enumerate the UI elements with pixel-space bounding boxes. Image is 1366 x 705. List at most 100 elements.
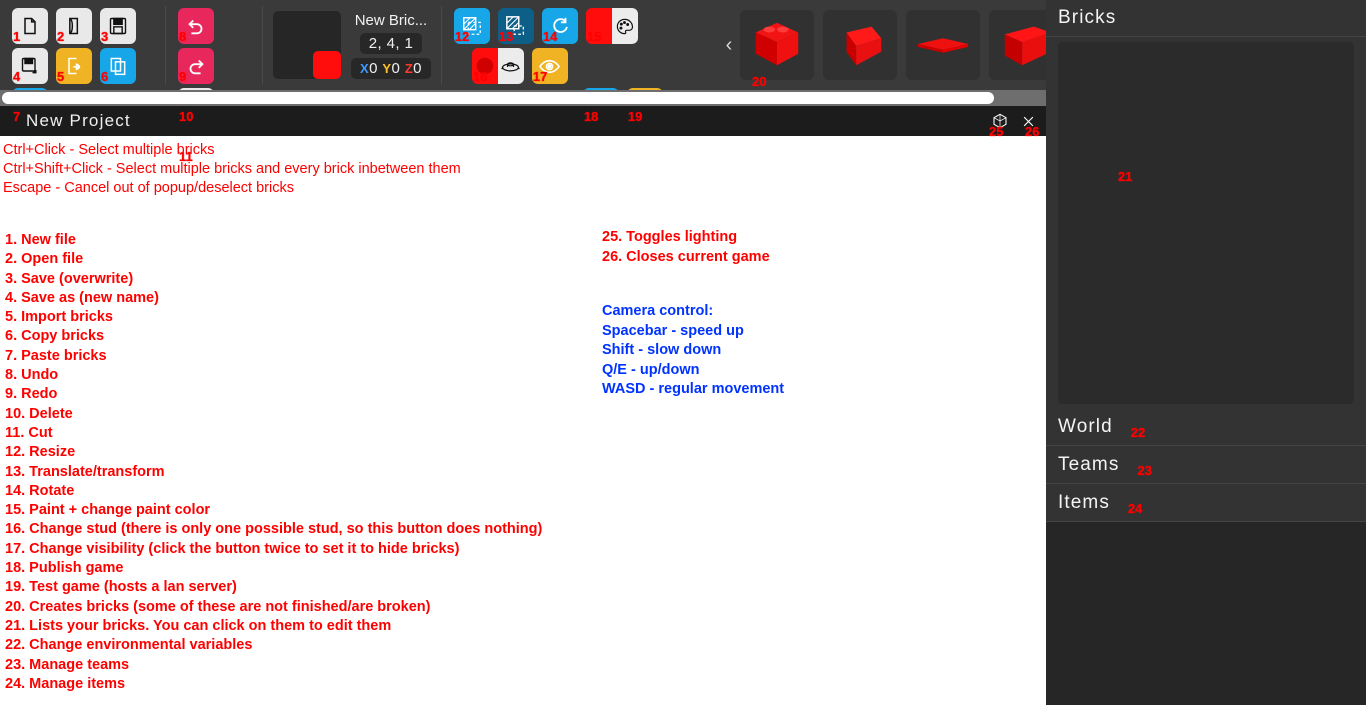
- paint-tool-button[interactable]: 15: [585, 8, 638, 44]
- brick-position-field[interactable]: X0 Y0 Z0: [351, 57, 431, 79]
- redo-button[interactable]: 9: [178, 48, 214, 84]
- legend-item: 19. Test game (hosts a lan server): [5, 579, 237, 596]
- stud-color-swatch[interactable]: [471, 48, 498, 84]
- change-stud-button[interactable]: 16: [471, 48, 524, 84]
- legend-item: 1. New file: [5, 232, 76, 248]
- legend-item: 10. Delete: [5, 405, 73, 422]
- legend-item: 6. Copy bricks: [5, 328, 105, 345]
- legend-item: 7. Paste bricks: [5, 347, 107, 364]
- sidebar-header-label: Bricks: [1058, 7, 1117, 28]
- brick-thumbnail: [273, 11, 341, 79]
- sidebar-section-bricks[interactable]: Bricks: [1046, 0, 1366, 37]
- legend-item: 15. Paint + change paint color: [5, 502, 211, 519]
- legend-item: 5. Import bricks: [5, 309, 113, 326]
- save-as-button[interactable]: 4: [12, 48, 48, 84]
- legend-item: 24. Manage items: [5, 675, 126, 692]
- sidebar-section-items[interactable]: Items 24: [1046, 484, 1366, 522]
- legend-item: 20. Creates bricks (some of these are no…: [5, 598, 431, 615]
- sidebar-empty-area: [1046, 522, 1366, 705]
- axis-y-value: 0: [391, 59, 401, 77]
- annotation-sheet: Ctrl+Click - Select multiple bricks Ctrl…: [0, 136, 1046, 705]
- legend-item: 22. Change environmental variables: [5, 637, 253, 654]
- legend-item: 2. Open file: [5, 251, 84, 268]
- brick-size-field[interactable]: 2, 4, 1: [359, 32, 423, 54]
- camera-control-item: Q/E - up/down: [602, 361, 700, 378]
- horizontal-scrollbar[interactable]: [0, 90, 1046, 106]
- undo-button[interactable]: 8: [178, 8, 214, 44]
- brick-palette-strip: ‹ 20: [718, 0, 1046, 90]
- visibility-button[interactable]: 17: [531, 48, 568, 84]
- selected-brick-info: New Bric... 2, 4, 1 X0 Y0 Z0: [263, 0, 441, 90]
- history-button-group: 8 9 10 11: [166, 0, 262, 164]
- legend-item: 23. Manage teams: [5, 656, 130, 673]
- sidebar-sections: World 22 Teams 23 Items 24: [1046, 408, 1366, 522]
- close-x-icon[interactable]: 26: [1019, 112, 1039, 138]
- callout-23: 23: [1137, 463, 1152, 478]
- sidebar-section-world[interactable]: World 22: [1046, 408, 1366, 446]
- stud-icon[interactable]: [497, 48, 524, 84]
- camera-control-item: Spacebar - speed up: [602, 322, 744, 339]
- axis-z-value: 0: [413, 59, 422, 77]
- sidebar-item-label: World: [1058, 415, 1113, 437]
- open-file-button[interactable]: 2: [56, 8, 92, 44]
- palette-prev-arrow-icon[interactable]: ‹: [718, 34, 740, 57]
- resize-tool-button[interactable]: 12: [453, 8, 490, 44]
- copy-bricks-button[interactable]: 6: [100, 48, 136, 84]
- lighting-cube-icon[interactable]: 25: [989, 112, 1009, 138]
- legend-item: 4. Save as (new name): [5, 289, 159, 306]
- brick-list-panel[interactable]: 21: [1058, 42, 1354, 404]
- hint-line: Ctrl+Shift+Click - Select multiple brick…: [3, 161, 461, 177]
- page-title: New Project: [26, 111, 131, 130]
- keyboard-hints-list: Ctrl+Click - Select multiple bricks Ctrl…: [3, 141, 461, 198]
- legend-item: 18. Publish game: [5, 560, 124, 577]
- legend-item: 12. Resize: [5, 444, 76, 461]
- callout-24: 24: [1127, 501, 1143, 516]
- tool-button-group: 12 13 14 15 16 17 18 19: [442, 0, 712, 124]
- brick-preview-cube[interactable]: [740, 10, 814, 80]
- rotate-tool-button[interactable]: 14: [541, 8, 578, 44]
- import-bricks-button[interactable]: 5: [56, 48, 92, 84]
- new-file-button[interactable]: 1: [12, 8, 48, 44]
- legend-item: 17. Change visibility (click the button …: [5, 540, 460, 557]
- legend-left-list: 1. New file 2. Open file 3. Save (overwr…: [5, 231, 542, 694]
- legend-item: 26. Closes current game: [602, 248, 770, 265]
- sidebar-item-label: Teams: [1058, 453, 1120, 475]
- brick-color-swatch[interactable]: [313, 51, 341, 79]
- legend-item: 9. Redo: [5, 386, 58, 403]
- axis-z-label: Z: [404, 60, 414, 76]
- translate-tool-button[interactable]: 13: [497, 8, 534, 44]
- project-title-bar: New Project 25 26: [0, 106, 1046, 138]
- title-bar-actions: 25 26: [989, 112, 1046, 138]
- save-button[interactable]: 3: [100, 8, 136, 44]
- brick-preview-plate[interactable]: [906, 10, 980, 80]
- camera-control-item: WASD - regular movement: [602, 381, 785, 397]
- legend-item: 13. Translate/transform: [5, 463, 165, 480]
- legend-item: 8. Undo: [5, 367, 59, 384]
- legend-item: 14. Rotate: [5, 482, 75, 499]
- sidebar-section-teams[interactable]: Teams 23: [1046, 446, 1366, 484]
- hint-line: Escape - Cancel out of popup/deselect br…: [3, 180, 294, 196]
- scrollbar-thumb[interactable]: [2, 92, 994, 104]
- sidebar-item-label: Items: [1058, 491, 1110, 513]
- brick-meta: New Bric... 2, 4, 1 X0 Y0 Z0: [351, 12, 431, 79]
- paint-color-swatch[interactable]: [585, 8, 612, 44]
- legend-item: 11. Cut: [5, 424, 53, 441]
- axis-x-label: X: [360, 60, 370, 76]
- app-root: 1 2 3 4 5 6 7 8 9 10 11 New Bric... 2, 4…: [0, 0, 1366, 705]
- legend-right-list: 25. Toggles lighting 26. Closes current …: [602, 228, 770, 267]
- legend-item: 16. Change stud (there is only one possi…: [5, 521, 543, 538]
- legend-item: 3. Save (overwrite): [5, 270, 134, 287]
- palette-icon[interactable]: [611, 8, 638, 44]
- file-button-group: 1 2 3 4 5 6 7: [0, 0, 165, 124]
- axis-x-value: 0: [369, 59, 378, 77]
- camera-control-list: Camera control: Spacebar - speed up Shif…: [602, 302, 784, 400]
- callout-22: 22: [1130, 425, 1146, 440]
- hint-line: Ctrl+Click - Select multiple bricks: [3, 142, 215, 158]
- callout-21: 21: [1118, 169, 1133, 184]
- camera-control-heading: Camera control:: [602, 303, 714, 319]
- legend-item: 21. Lists your bricks. You can click on …: [5, 617, 392, 634]
- brick-preview-slab[interactable]: [989, 10, 1046, 80]
- camera-control-item: Shift - slow down: [602, 342, 722, 358]
- brick-preview-wedge[interactable]: [823, 10, 897, 80]
- right-sidebar: Bricks 21 World 22 Teams 23 Items 24: [1046, 0, 1366, 705]
